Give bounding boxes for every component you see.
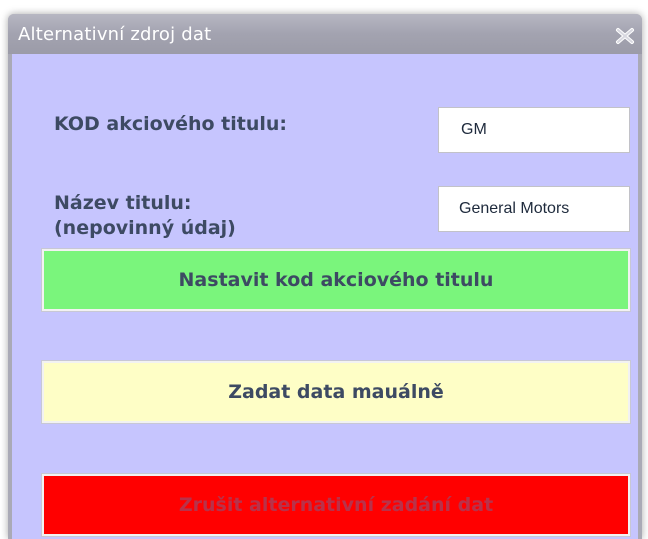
stock-name-label-line2: (nepovinný údaj): [54, 217, 236, 239]
cancel-alternative-label: Zrušit alternativní zadání dat: [178, 494, 494, 516]
stock-name-value: General Motors: [459, 200, 570, 217]
enter-manually-label: Zadat data mauálně: [228, 381, 444, 403]
set-stock-code-button[interactable]: Nastavit kod akciového titulu: [42, 249, 630, 311]
close-icon[interactable]: [614, 26, 636, 46]
cancel-alternative-button[interactable]: Zrušit alternativní zadání dat: [42, 474, 630, 536]
set-stock-code-label: Nastavit kod akciového titulu: [178, 269, 494, 291]
stock-name-label-line1: Název titulu:: [54, 192, 192, 214]
window-title: Alternativní zdroj dat: [18, 24, 212, 45]
stock-name-input[interactable]: General Motors: [438, 186, 630, 232]
stock-code-label: KOD akciového titulu:: [54, 113, 288, 135]
dialog-window: Alternativní zdroj dat KOD akciového tit…: [8, 14, 642, 539]
enter-manually-button[interactable]: Zadat data mauálně: [42, 361, 630, 423]
stock-name-label: Název titulu: (nepovinný údaj): [54, 191, 236, 241]
dialog-body: KOD akciového titulu: GM Název titulu: (…: [12, 54, 638, 539]
stock-code-input[interactable]: GM: [438, 107, 630, 153]
title-bar[interactable]: Alternativní zdroj dat: [8, 14, 642, 54]
stock-code-value: GM: [461, 121, 487, 138]
